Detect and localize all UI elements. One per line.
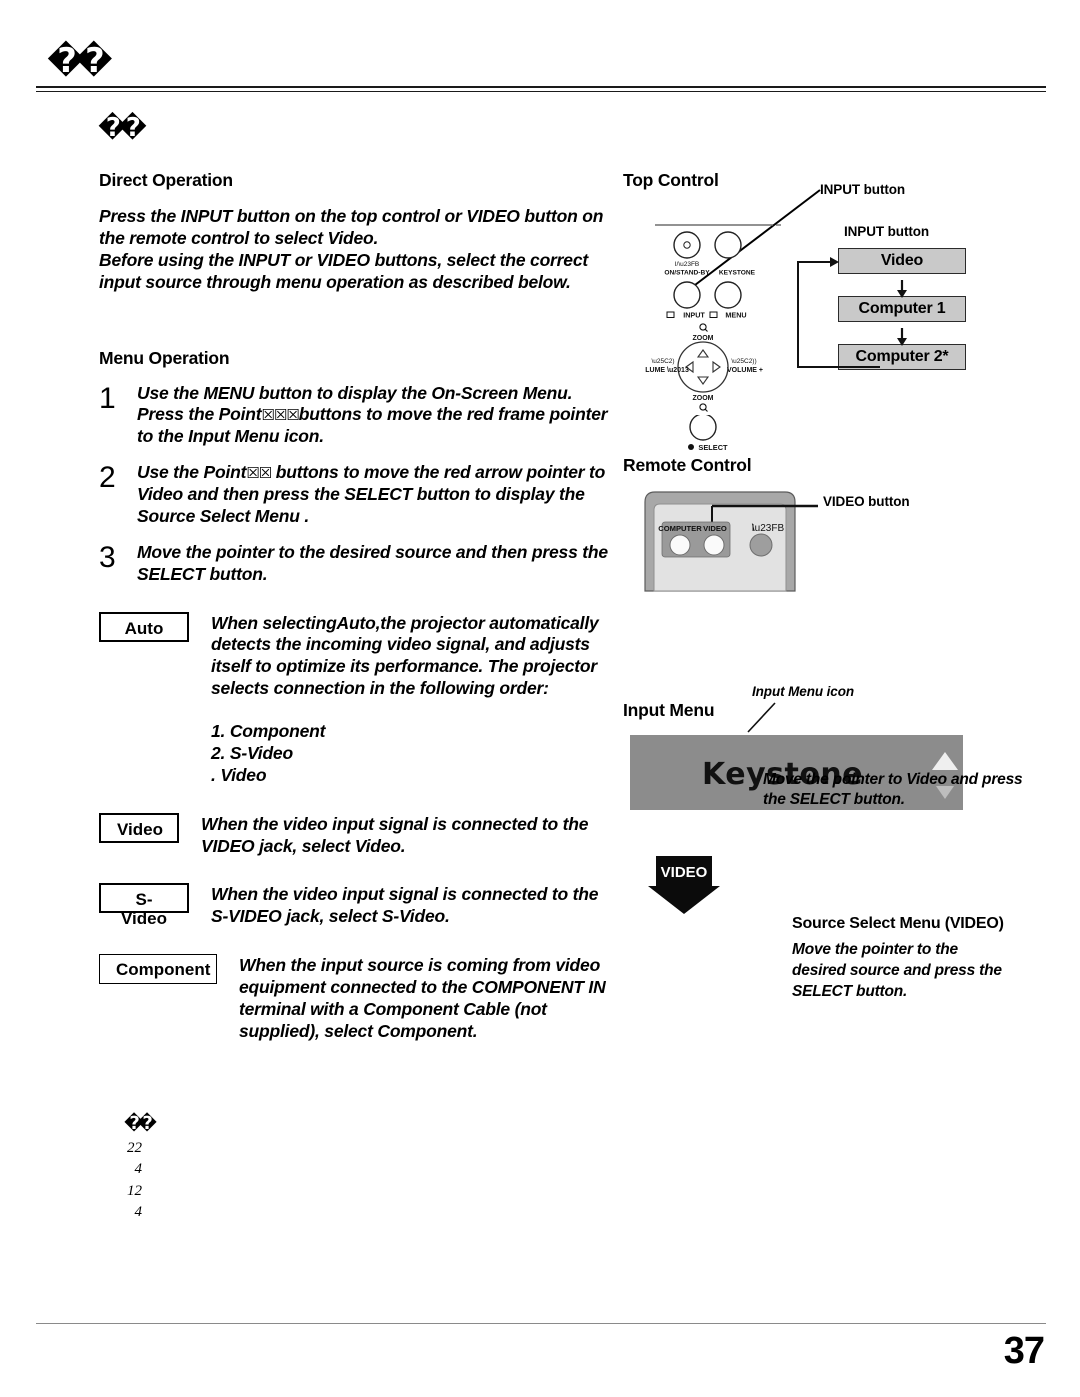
direct-operation-paragraph-2: Before using the INPUT or VIDEO buttons,… (99, 249, 588, 292)
auto-order-item-3: . Video (211, 765, 267, 786)
svg-text:VOLUME \u2013: VOLUME \u2013 (645, 367, 689, 374)
source-row-component: Component When the input source is comin… (99, 954, 619, 1043)
source-desc-component: When the input source is coming from vid… (239, 955, 606, 1041)
heading-remote-control: Remote Control (623, 455, 752, 475)
step-text-a: Move the pointer to the desired source a… (137, 541, 608, 584)
svg-text:\u25C2)): \u25C2)) (731, 358, 756, 365)
menu-step-2: 2 Use the Point☒☒ buttons to move the re… (99, 462, 619, 528)
header-rule-thick (36, 86, 1046, 88)
step-number: 1 (99, 381, 116, 415)
menu-step-1: 1 Use the MENU button to display the On-… (99, 381, 619, 449)
source-select-menu-title: Source Select Menu (VIDEO) (792, 915, 1004, 932)
svg-text:ON/STAND-BY: ON/STAND-BY (664, 270, 710, 277)
heading-direct-operation: Direct Operation (99, 170, 233, 190)
point-arrow-glyphs: ☒☒ (246, 464, 272, 483)
triangle-up-icon (932, 752, 958, 770)
page-number: 37 (1003, 1330, 1045, 1372)
step-text: Move the pointer to the desired source a… (137, 542, 619, 586)
source-label-auto: Auto (99, 611, 189, 642)
source-desc-video: When the video input signal is connected… (201, 813, 589, 856)
source-row-video: Video When the video input signal is con… (99, 812, 619, 858)
source-row-svideo: S-Video When the video input signal is c… (99, 883, 619, 928)
auto-order-item-1: 1. Component (211, 721, 326, 741)
video-down-arrow: VIDEO (648, 856, 720, 914)
svg-text:\u25C2): \u25C2) (651, 358, 674, 365)
select-button-diagram: SELECT (688, 415, 728, 452)
heading-menu-operation: Menu Operation (99, 347, 230, 368)
source-label-video: Video (99, 812, 179, 843)
input-menu-icon-leader-line (747, 702, 776, 733)
remote-control-diagram: COMPUTER VIDEO I \u23FB (644, 491, 818, 592)
svg-text:I/\u23FB: I/\u23FB (675, 261, 700, 268)
menu-step-3: 3 Move the pointer to the desired source… (99, 542, 619, 586)
source-desc-svideo: When the video input signal is connected… (211, 884, 599, 927)
footnote-ref: 12 (127, 1182, 142, 1199)
callout-input-menu-icon: Input Menu icon (752, 684, 854, 699)
step-text: Use the MENU button to display the On-Sc… (137, 383, 619, 449)
flow-heading-input-button: INPUT button (844, 224, 930, 239)
step-number: 3 (99, 540, 116, 574)
footer-rule (36, 1323, 1046, 1324)
svg-text:SELECT: SELECT (698, 443, 728, 452)
step-text: Use the Point☒☒ buttons to move the red … (137, 462, 619, 528)
auto-order-item-2: 2. S-Video (211, 743, 293, 764)
step-number: 2 (99, 461, 116, 495)
header-rule-thin (36, 91, 1046, 92)
source-select-menu-caption: Move the pointer to the desired source a… (792, 941, 1002, 1000)
footnote-page-refs: 22 4 12 4 (110, 1138, 142, 1223)
footnote-glyph: �� (124, 1113, 157, 1134)
svg-text:INPUT: INPUT (683, 311, 705, 320)
header-chapter-glyph: �� (47, 41, 113, 81)
source-label-component: Component (99, 954, 217, 985)
input-menu-band-caption: Move the pointer to Video and press the … (763, 771, 1023, 809)
left-column: Direct Operation Press the INPUT button … (99, 170, 619, 1043)
direct-operation-paragraph-1: Press the INPUT button on the top contro… (99, 206, 604, 248)
heading-input-menu: Input Menu (623, 700, 715, 720)
auto-order-list: 1. Component 2. S-Video . Video (211, 720, 619, 787)
svg-text:ZOOM: ZOOM (693, 335, 714, 342)
point-arrow-glyphs: ☒☒☒ (261, 406, 299, 425)
footnote-ref: 22 (127, 1140, 142, 1156)
svg-text:VIDEO: VIDEO (703, 524, 727, 533)
section-title-glyph: �� (98, 113, 147, 143)
source-row-auto: Auto When selectingAuto,the projector au… (99, 611, 619, 701)
svg-text:MENU: MENU (725, 311, 746, 320)
input-flow-arrows (797, 257, 907, 368)
svg-text:ZOOM: ZOOM (693, 395, 714, 402)
source-label-svideo: S-Video (99, 883, 189, 928)
footnote-ref: 4 (134, 1203, 143, 1220)
projector-top-control-diagram: I/\u23FB ON/STAND-BY KEYSTONE INPUT MENU… (645, 224, 781, 412)
svg-text:VOLUME +: VOLUME + (727, 367, 763, 374)
svg-text:\u23FB: \u23FB (752, 523, 785, 534)
footnote-ref: 4 (134, 1161, 143, 1178)
svg-text:KEYSTONE: KEYSTONE (719, 270, 756, 277)
source-desc-auto: When selectingAuto,the projector automat… (211, 612, 599, 699)
svg-text:COMPUTER: COMPUTER (658, 524, 702, 533)
step-text-a: Use the Point (137, 462, 247, 483)
